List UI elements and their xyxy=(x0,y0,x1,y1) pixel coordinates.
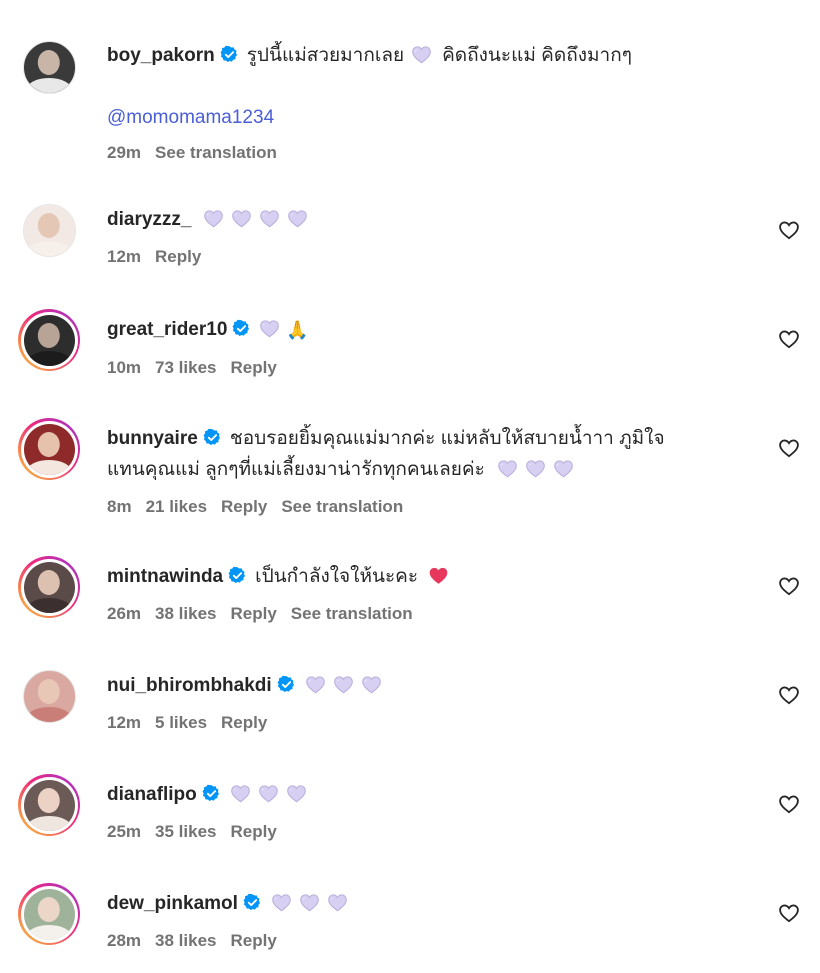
lavender-heart-icon xyxy=(259,319,280,338)
lavender-heart-icon xyxy=(411,45,432,64)
comment-text-continued: คิดถึงนะแม่ คิดถึงมากๆ xyxy=(442,45,632,66)
avatar[interactable] xyxy=(18,199,80,261)
likes-count[interactable]: 21 likes xyxy=(146,497,207,516)
verified-badge-icon xyxy=(228,566,247,585)
like-heart-icon[interactable] xyxy=(778,438,800,458)
avatar[interactable] xyxy=(18,665,80,727)
comment-time: 26m xyxy=(107,604,142,623)
verified-badge-icon xyxy=(232,319,251,338)
like-heart-icon[interactable] xyxy=(778,685,800,705)
reply-button[interactable]: Reply xyxy=(230,604,276,623)
mention-link[interactable]: @momomama1234 xyxy=(107,102,757,133)
like-heart-icon[interactable] xyxy=(778,576,800,596)
lavender-heart-icon xyxy=(203,209,224,228)
reply-button[interactable]: Reply xyxy=(230,358,276,377)
avatar[interactable] xyxy=(18,556,80,618)
verified-badge-icon xyxy=(277,675,296,694)
username[interactable]: bunnyaire xyxy=(107,428,198,449)
lavender-heart-icon xyxy=(231,209,252,228)
username[interactable]: nui_bhirombhakdi xyxy=(107,675,272,696)
reply-button[interactable]: Reply xyxy=(230,822,276,841)
lavender-heart-icon xyxy=(299,893,320,912)
likes-count[interactable]: 73 likes xyxy=(155,358,216,377)
like-heart-icon[interactable] xyxy=(778,220,800,240)
like-heart-icon[interactable] xyxy=(778,903,800,923)
username[interactable]: great_rider10 xyxy=(107,319,227,340)
like-heart-icon[interactable] xyxy=(778,794,800,814)
lavender-heart-icon xyxy=(497,459,518,478)
lavender-heart-icon xyxy=(525,459,546,478)
comment-time: 12m xyxy=(107,713,142,732)
red-heart-icon xyxy=(428,566,449,585)
comment-time: 8m xyxy=(107,497,132,516)
likes-count[interactable]: 5 likes xyxy=(155,713,207,732)
lavender-heart-icon xyxy=(553,459,574,478)
verified-badge-icon xyxy=(203,428,222,447)
comment-time: 28m xyxy=(107,931,142,950)
comment-time: 25m xyxy=(107,822,142,841)
verified-badge-icon xyxy=(243,893,262,912)
comment-time: 10m xyxy=(107,358,142,377)
lavender-heart-icon xyxy=(361,675,382,694)
comment-text: เป็นกำลังใจให้นะคะ xyxy=(255,566,419,587)
folded-hands-icon: 🙏 xyxy=(286,320,309,340)
lavender-heart-icon xyxy=(230,784,251,803)
like-heart-icon[interactable] xyxy=(778,329,800,349)
likes-count[interactable]: 38 likes xyxy=(155,931,216,950)
likes-count[interactable]: 35 likes xyxy=(155,822,216,841)
avatar[interactable] xyxy=(18,36,80,98)
verified-badge-icon xyxy=(220,45,239,64)
username[interactable]: boy_pakorn xyxy=(107,45,215,66)
avatar[interactable] xyxy=(18,309,80,371)
username[interactable]: dew_pinkamol xyxy=(107,893,238,914)
comment-text: ชอบรอยยิ้มคุณแม่มากค่ะ แม่หลับให้สบายน้ำ… xyxy=(229,428,665,449)
lavender-heart-icon xyxy=(271,893,292,912)
lavender-heart-icon xyxy=(333,675,354,694)
lavender-heart-icon xyxy=(287,209,308,228)
username[interactable]: mintnawinda xyxy=(107,566,223,587)
avatar[interactable] xyxy=(18,883,80,945)
lavender-heart-icon xyxy=(327,893,348,912)
avatar[interactable] xyxy=(18,418,80,480)
reply-button[interactable]: Reply xyxy=(221,497,267,516)
likes-count[interactable]: 38 likes xyxy=(155,604,216,623)
lavender-heart-icon xyxy=(258,784,279,803)
verified-badge-icon xyxy=(202,784,221,803)
lavender-heart-icon xyxy=(286,784,307,803)
username[interactable]: diaryzzz_ xyxy=(107,209,191,230)
reply-button[interactable]: Reply xyxy=(230,931,276,950)
see-translation-button[interactable]: See translation xyxy=(291,604,413,623)
see-translation-button[interactable]: See translation xyxy=(155,143,277,162)
comment-time: 12m xyxy=(107,247,142,266)
lavender-heart-icon xyxy=(259,209,280,228)
reply-button[interactable]: Reply xyxy=(221,713,267,732)
see-translation-button[interactable]: See translation xyxy=(281,497,403,516)
avatar[interactable] xyxy=(18,774,80,836)
comment-text: รูปนี้แม่สวยมากเลย xyxy=(246,45,405,66)
lavender-heart-icon xyxy=(305,675,326,694)
reply-button[interactable]: Reply xyxy=(155,247,201,266)
comment-text-line2: แทนคุณแม่ ลูกๆที่แม่เลี้ยงมาน่ารักทุกคนเ… xyxy=(107,459,485,480)
username[interactable]: dianaflipo xyxy=(107,784,197,805)
comment-time: 29m xyxy=(107,143,142,162)
